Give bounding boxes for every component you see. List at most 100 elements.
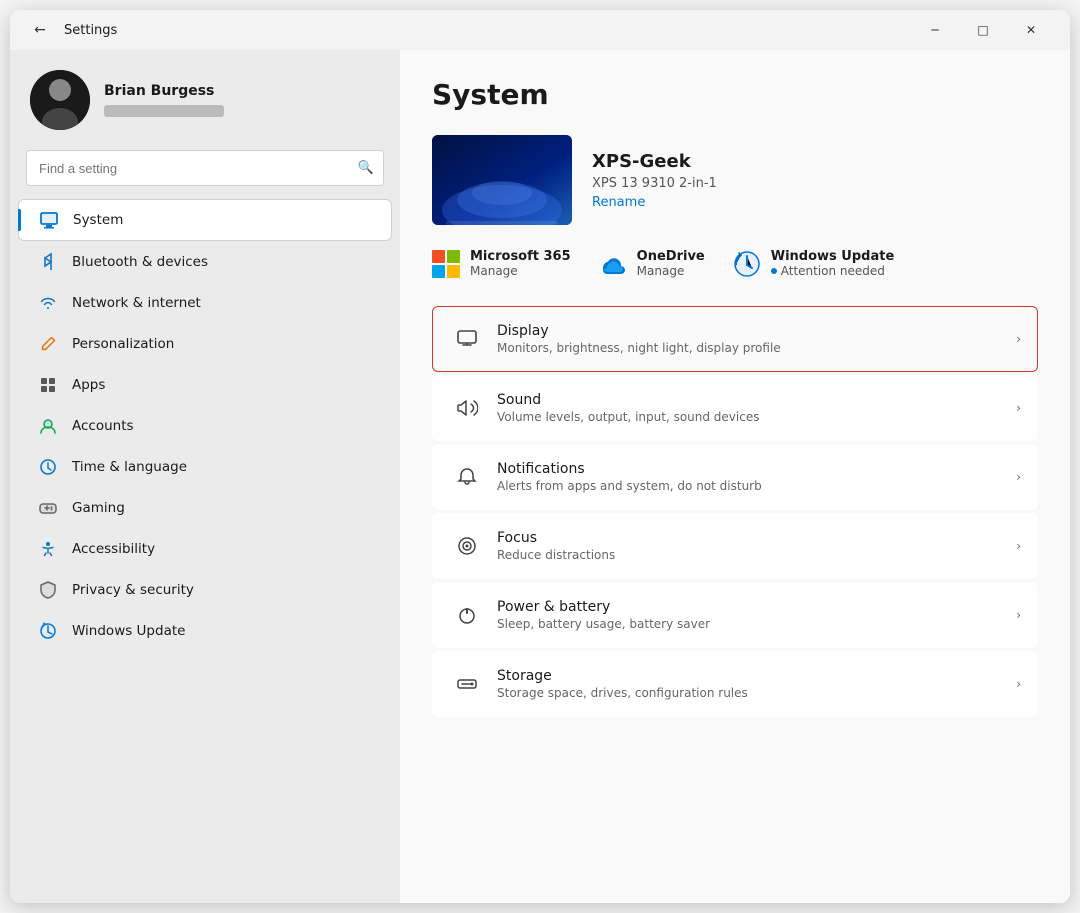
display-text: Display Monitors, brightness, night ligh… [497, 323, 1016, 355]
notifications-text: Notifications Alerts from apps and syste… [497, 461, 1016, 493]
sound-chevron: › [1016, 401, 1021, 415]
power-icon [449, 597, 485, 633]
sidebar-item-accessibility[interactable]: Accessibility [18, 529, 392, 569]
user-name: Brian Burgess [104, 83, 224, 99]
storage-chevron: › [1016, 677, 1021, 691]
power-chevron: › [1016, 608, 1021, 622]
microsoft365-label: Microsoft 365 [470, 249, 571, 264]
sidebar-item-apps[interactable]: Apps [18, 365, 392, 405]
onedrive-action: Manage [637, 264, 705, 278]
sidebar-item-network[interactable]: Network & internet [18, 283, 392, 323]
ms-logo-blue [432, 265, 445, 278]
sidebar-item-privacy-label: Privacy & security [72, 582, 194, 598]
sidebar-item-bluetooth-label: Bluetooth & devices [72, 254, 208, 270]
sound-subtitle: Volume levels, output, input, sound devi… [497, 410, 1016, 424]
sound-text: Sound Volume levels, output, input, soun… [497, 392, 1016, 424]
onedrive-text: OneDrive Manage [637, 249, 705, 278]
device-name: XPS-Geek [592, 151, 717, 172]
settings-row-storage[interactable]: Storage Storage space, drives, configura… [432, 651, 1038, 717]
ms-logo-green [447, 250, 460, 263]
notifications-subtitle: Alerts from apps and system, do not dist… [497, 479, 1016, 493]
display-chevron: › [1016, 332, 1021, 346]
storage-icon [449, 666, 485, 702]
window-title: Settings [64, 23, 117, 38]
microsoft365-icon [432, 250, 460, 278]
search-input[interactable] [26, 150, 384, 186]
device-card: XPS-Geek XPS 13 9310 2-in-1 Rename [432, 135, 1038, 225]
time-icon [38, 457, 58, 477]
focus-chevron: › [1016, 539, 1021, 553]
windows-update-service-text: Windows Update Attention needed [771, 249, 895, 278]
focus-icon [449, 528, 485, 564]
notifications-chevron: › [1016, 470, 1021, 484]
sidebar-nav: System Bluetooth & devices [10, 198, 400, 652]
network-icon [38, 293, 58, 313]
sidebar-item-windows-update-label: Windows Update [72, 623, 185, 639]
minimize-button[interactable]: ─ [912, 14, 958, 46]
settings-row-sound[interactable]: Sound Volume levels, output, input, soun… [432, 375, 1038, 441]
content-area: Brian Burgess 🔍 [10, 50, 1070, 903]
power-title: Power & battery [497, 599, 1016, 615]
titlebar-left: ← Settings [26, 16, 117, 44]
privacy-icon [38, 580, 58, 600]
ms-logo-red [432, 250, 445, 263]
device-thumbnail [432, 135, 572, 225]
user-profile[interactable]: Brian Burgess [10, 50, 400, 146]
microsoft365-text: Microsoft 365 Manage [470, 249, 571, 278]
notifications-title: Notifications [497, 461, 1016, 477]
focus-subtitle: Reduce distractions [497, 548, 1016, 562]
settings-row-notifications[interactable]: Notifications Alerts from apps and syste… [432, 444, 1038, 510]
window-controls: ─ □ ✕ [912, 14, 1054, 46]
focus-title: Focus [497, 530, 1016, 546]
apps-icon [38, 375, 58, 395]
user-email [104, 105, 224, 117]
sidebar-item-gaming-label: Gaming [72, 500, 125, 516]
display-title: Display [497, 323, 1016, 339]
gaming-icon [38, 498, 58, 518]
maximize-button[interactable]: □ [960, 14, 1006, 46]
settings-row-power[interactable]: Power & battery Sleep, battery usage, ba… [432, 582, 1038, 648]
service-microsoft365[interactable]: Microsoft 365 Manage [432, 249, 571, 278]
sidebar-item-network-label: Network & internet [72, 295, 201, 311]
search-icon: 🔍 [358, 161, 374, 176]
sidebar-item-accounts[interactable]: Accounts [18, 406, 392, 446]
windows-update-service-icon [733, 250, 761, 278]
device-info: XPS-Geek XPS 13 9310 2-in-1 Rename [592, 151, 717, 210]
sidebar-item-accessibility-label: Accessibility [72, 541, 155, 557]
sidebar-item-time-label: Time & language [72, 459, 187, 475]
sidebar-item-accounts-label: Accounts [72, 418, 134, 434]
system-icon [39, 210, 59, 230]
onedrive-label: OneDrive [637, 249, 705, 264]
sidebar-item-time[interactable]: Time & language [18, 447, 392, 487]
accessibility-icon [38, 539, 58, 559]
device-model: XPS 13 9310 2-in-1 [592, 176, 717, 191]
microsoft365-action: Manage [470, 264, 571, 278]
back-button[interactable]: ← [26, 16, 54, 44]
settings-row-focus[interactable]: Focus Reduce distractions › [432, 513, 1038, 579]
settings-list: Display Monitors, brightness, night ligh… [432, 306, 1038, 717]
sidebar-item-bluetooth[interactable]: Bluetooth & devices [18, 242, 392, 282]
service-windows-update[interactable]: Windows Update Attention needed [733, 249, 895, 278]
sidebar-item-system-label: System [73, 212, 123, 228]
storage-text: Storage Storage space, drives, configura… [497, 668, 1016, 700]
service-row: Microsoft 365 Manage OneDrive Manage [432, 249, 1038, 278]
focus-text: Focus Reduce distractions [497, 530, 1016, 562]
sidebar-item-system[interactable]: System [18, 199, 392, 241]
bluetooth-icon [38, 252, 58, 272]
display-subtitle: Monitors, brightness, night light, displ… [497, 341, 1016, 355]
sidebar-item-privacy[interactable]: Privacy & security [18, 570, 392, 610]
sidebar-item-gaming[interactable]: Gaming [18, 488, 392, 528]
power-text: Power & battery Sleep, battery usage, ba… [497, 599, 1016, 631]
settings-row-display[interactable]: Display Monitors, brightness, night ligh… [432, 306, 1038, 372]
accounts-icon [38, 416, 58, 436]
rename-link[interactable]: Rename [592, 195, 717, 210]
close-button[interactable]: ✕ [1008, 14, 1054, 46]
main-content: System [400, 50, 1070, 903]
ms-logo-yellow [447, 265, 460, 278]
notifications-icon [449, 459, 485, 495]
sidebar-item-personalization[interactable]: Personalization [18, 324, 392, 364]
sidebar-item-windows-update[interactable]: Windows Update [18, 611, 392, 651]
sidebar-item-apps-label: Apps [72, 377, 105, 393]
status-dot [771, 268, 777, 274]
service-onedrive[interactable]: OneDrive Manage [599, 249, 705, 278]
